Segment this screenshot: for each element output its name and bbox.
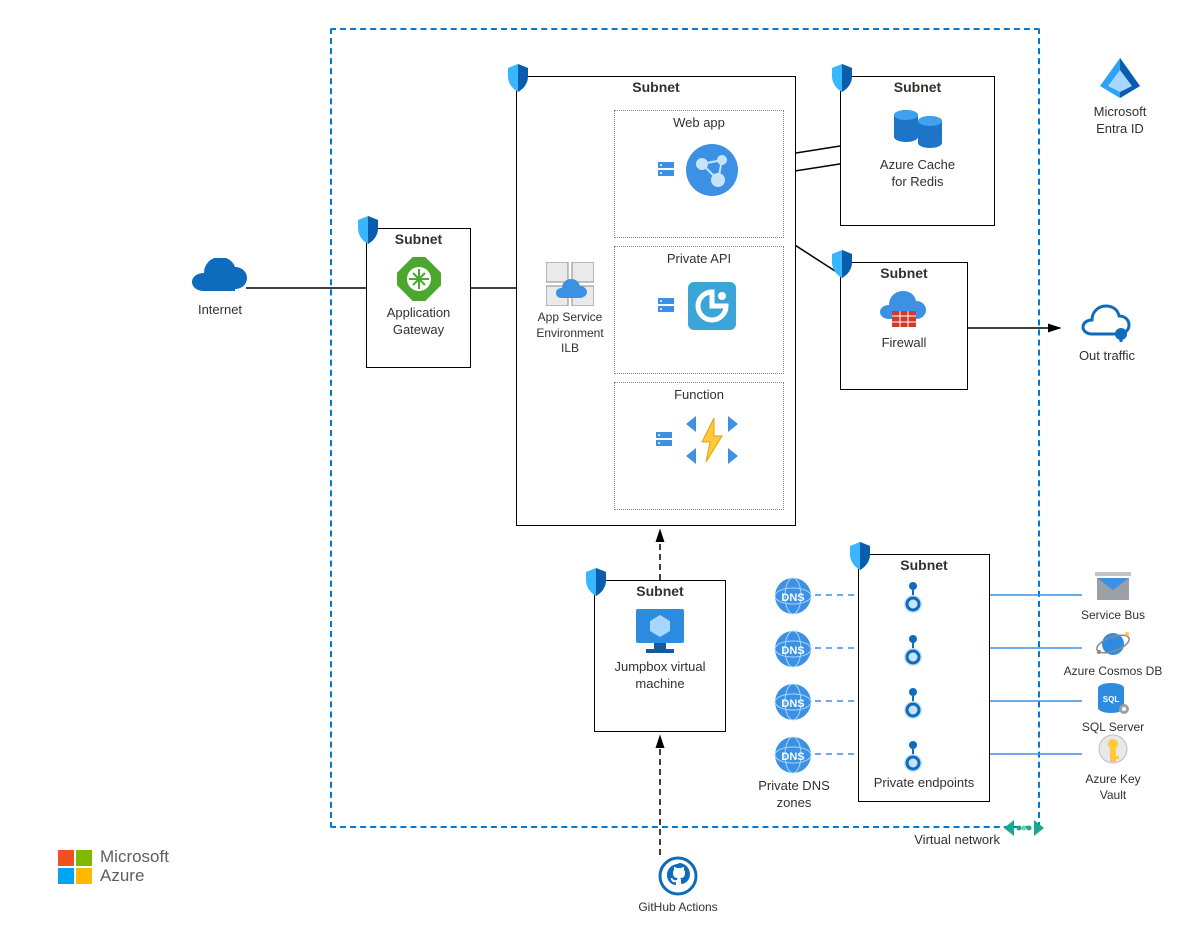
cosmos-label: Azure Cosmos DB [1064,664,1163,680]
svg-text:DNS: DNS [781,645,804,657]
cosmos-icon [1095,628,1131,660]
firewall-icon [878,289,930,331]
svg-text:DNS: DNS [781,751,804,763]
private-endpoint-icon [895,578,931,614]
github-icon [658,856,698,896]
brand-line1: Microsoft [100,848,169,867]
dns-group: DNS [773,629,813,669]
cosmos-node: Azure Cosmos DB [1058,628,1168,680]
out-traffic-icon [1081,304,1133,344]
webapp-icon [684,142,740,198]
dns-group: DNS [773,576,813,616]
svg-text:SQL: SQL [1103,695,1120,704]
ilb-label: App Service Environment ILB [536,310,603,357]
subnet-firewall: Subnet Firewall [840,262,968,390]
private-api-box: Private API [614,246,784,374]
webapp-box: Web app [614,110,784,238]
firewall-label: Firewall [882,335,927,352]
server-icon [656,432,672,448]
github-label: GitHub Actions [638,900,717,916]
subnet-jumpbox: Subnet Jumpbox virtual machine [594,580,726,732]
pe-icons [895,631,931,667]
pe-icons [895,737,931,773]
entra-node: Microsoft Entra ID [1075,56,1165,138]
subnet-redis: Subnet Azure Cache for Redis [840,76,995,226]
cloud-icon [190,258,250,298]
dns-label: Private DNS zones [756,778,832,812]
shield-icon [356,216,380,244]
internet-node: Internet [180,258,260,319]
out-traffic-label: Out traffic [1079,348,1135,365]
redis-icon [892,105,944,153]
keyvault-node: Azure Key Vault [1068,734,1158,803]
subnet-appgw-title: Subnet [367,229,470,251]
out-traffic-node: Out traffic [1062,304,1152,365]
app-gateway-icon [397,257,441,301]
function-title: Function [615,383,783,404]
jumpbox-label: Jumpbox virtual machine [614,659,705,693]
service-bus-label: Service Bus [1081,608,1145,624]
azure-brand: Microsoft Azure [58,848,169,885]
sql-node: SQL SQL Server [1068,682,1158,736]
function-icon [682,414,742,466]
service-bus-icon [1095,572,1131,604]
keyvault-label: Azure Key Vault [1085,772,1140,803]
github-actions-node: GitHub Actions [628,856,728,916]
app-gateway-label: Application Gateway [387,305,451,339]
virtual-network-icon [1004,817,1044,839]
internet-label: Internet [198,302,242,319]
shield-icon [830,250,854,278]
svg-text:DNS: DNS [781,698,804,710]
ilb-icon [546,262,594,306]
private-endpoint-icon [895,737,931,773]
keyvault-icon [1098,734,1128,768]
pe-icons [895,578,931,614]
dns-icon: DNS [773,682,813,722]
shield-icon [830,64,854,92]
dns-icon: DNS [773,629,813,669]
subnet-jumpbox-title: Subnet [595,581,725,603]
private-api-title: Private API [615,247,783,268]
vm-icon [634,607,686,655]
subnet-pe-title: Subnet [859,555,989,577]
shield-icon [848,542,872,570]
redis-label: Azure Cache for Redis [880,157,955,191]
brand-line2: Azure [100,867,169,886]
server-icon [658,298,674,314]
private-endpoint-icon [895,631,931,667]
microsoft-logo-icon [58,850,92,884]
subnet-ase-title: Subnet [517,77,795,99]
entra-icon [1098,56,1142,100]
server-icon [658,162,674,178]
dns-group: DNS [773,735,813,775]
entra-label: Microsoft Entra ID [1094,104,1147,138]
pe-icons [895,684,931,720]
dns-group: DNS [773,682,813,722]
sql-icon: SQL [1097,682,1129,716]
function-box: Function [614,382,784,510]
svg-text:DNS: DNS [781,592,804,604]
ase-ilb: App Service Environment ILB [526,262,614,357]
subnet-appgw: Subnet Application Gateway [366,228,471,368]
api-icon [684,278,740,334]
dns-icon: DNS [773,735,813,775]
pe-label: Private endpoints [858,775,990,792]
virtual-network-label: Virtual network [880,832,1000,849]
webapp-title: Web app [615,111,783,132]
subnet-firewall-title: Subnet [841,263,967,285]
dns-icon: DNS [773,576,813,616]
subnet-redis-title: Subnet [841,77,994,99]
diagram-canvas: Virtual network [0,0,1201,927]
shield-icon [506,64,530,92]
service-bus-node: Service Bus [1068,572,1158,624]
shield-icon [584,568,608,596]
private-endpoint-icon [895,684,931,720]
